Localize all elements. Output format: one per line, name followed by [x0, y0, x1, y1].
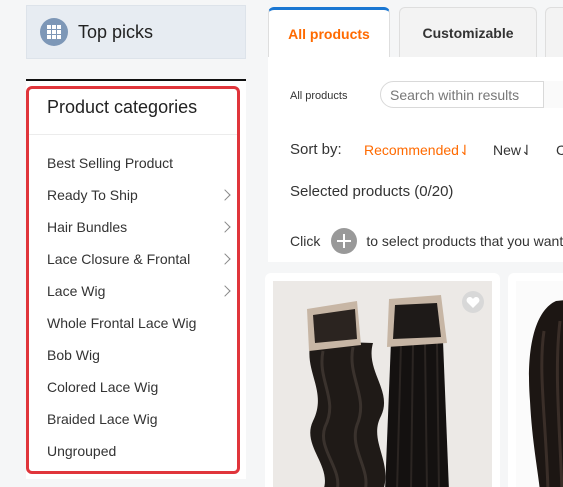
category-lace-closure-frontal[interactable]: Lace Closure & Frontal — [29, 243, 239, 275]
category-bob-wig[interactable]: Bob Wig — [29, 339, 239, 371]
category-label: Braided Lace Wig — [47, 411, 158, 427]
category-label: Whole Frontal Lace Wig — [47, 315, 197, 331]
categories-divider — [29, 134, 237, 135]
category-whole-frontal-lace-wig[interactable]: Whole Frontal Lace Wig — [29, 307, 239, 339]
tab-customizable[interactable]: Customizable — [399, 7, 537, 57]
category-label: Hair Bundles — [47, 219, 128, 235]
category-colored-lace-wig[interactable]: Colored Lace Wig — [29, 371, 239, 403]
chevron-right-icon — [219, 221, 231, 233]
search-button[interactable] — [543, 81, 563, 108]
selected-count: Selected products (0/20) — [290, 183, 454, 200]
category-label: Best Selling Product — [47, 155, 174, 171]
categories-title: Product categories — [47, 97, 198, 117]
category-label: Ungrouped — [47, 443, 117, 459]
category-ungrouped[interactable]: Ungrouped — [29, 435, 239, 467]
category-ready-to-ship[interactable]: Ready To Ship — [29, 179, 239, 211]
chevron-right-icon — [219, 285, 231, 297]
search-input[interactable] — [380, 81, 563, 108]
tab-all-products[interactable]: All products — [268, 7, 390, 57]
category-label: Bob Wig — [47, 347, 100, 363]
category-label: Ready To Ship — [47, 187, 138, 203]
breadcrumb: All products — [290, 90, 348, 102]
select-hint-prefix: Click — [290, 233, 321, 249]
product-image[interactable] — [273, 281, 492, 487]
plus-circle-icon[interactable] — [331, 228, 358, 254]
select-hint: Click to select products that you want t — [290, 228, 563, 254]
sort-new[interactable]: New⇃ — [493, 142, 533, 159]
product-image[interactable] — [516, 281, 563, 487]
top-picks-button[interactable]: Top picks — [26, 5, 246, 59]
category-braided-lace-wig[interactable]: Braided Lace Wig — [29, 403, 239, 435]
category-hair-bundles[interactable]: Hair Bundles — [29, 211, 239, 243]
category-best-selling[interactable]: Best Selling Product — [29, 147, 239, 179]
select-hint-suffix: to select products that you want t — [366, 233, 563, 249]
category-label: Colored Lace Wig — [47, 379, 159, 395]
grid-icon — [40, 18, 68, 46]
product-card[interactable] — [508, 273, 563, 487]
chevron-right-icon — [219, 189, 231, 201]
category-lace-wig[interactable]: Lace Wig — [29, 275, 239, 307]
sort-recommended[interactable]: Recommended⇃ — [364, 142, 471, 159]
top-picks-label: Top picks — [78, 21, 154, 42]
sort-label: Sort by: — [290, 141, 342, 158]
sort-more[interactable]: C — [556, 142, 563, 158]
tab-more[interactable] — [545, 7, 563, 57]
heart-icon[interactable] — [462, 291, 484, 313]
category-list: Best Selling Product Ready To Ship Hair … — [29, 147, 239, 467]
category-label: Lace Closure & Frontal — [47, 251, 191, 267]
chevron-right-icon — [219, 253, 231, 265]
category-label: Lace Wig — [47, 283, 106, 299]
